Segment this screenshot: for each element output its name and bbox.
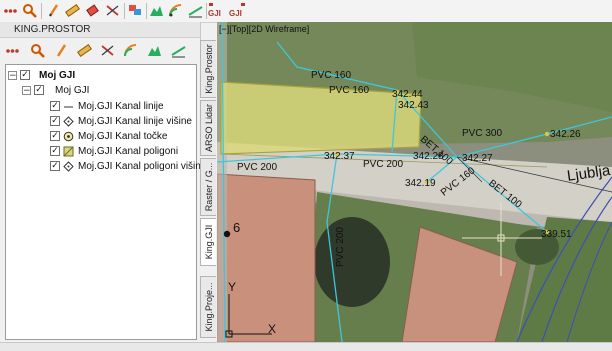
tree-node-label: Moj.GJI Kanal točke [78,130,168,142]
diamond-icon [63,160,74,172]
tree-node-label: Moj.GJI Kanal poligoni višine [78,160,207,172]
svg-text:GJI: GJI [208,9,221,18]
split-icon[interactable] [99,42,116,59]
dots-icon[interactable] [4,42,21,59]
tab-label: King.Proje... [203,282,214,332]
mountain-icon[interactable] [148,2,165,19]
tab-king-proje[interactable]: King.Proje... [200,276,216,338]
checkbox[interactable]: ✓ [34,85,44,95]
panel-title: KING.PROSTOR [0,22,200,38]
checkbox[interactable]: ✓ [50,161,60,171]
tab-label: King.GJI [203,224,214,260]
signal-icon[interactable] [122,42,139,59]
pencil-icon[interactable] [53,42,70,59]
tree-layer-kanal-poligoni[interactable]: ✓ Moj.GJI Kanal poligoni [50,144,178,158]
tree-node-label: Moj.GJI Kanal linije višine [78,115,192,127]
elevation-label: 342.28 [413,151,444,162]
tree-layer-kanal-poligoni-visine[interactable]: ✓ Moj.GJI Kanal poligoni višine [50,159,206,173]
collapse-icon[interactable]: − [22,85,31,95]
panel-toolbar [0,40,200,62]
pipe-label: PVC 200 [237,162,278,173]
tree-node-root[interactable]: − ✓ Moj GJI [8,68,75,82]
checkbox[interactable]: ✓ [50,146,60,156]
split-icon[interactable] [104,2,121,19]
elevation-label: 342.26 [550,129,581,140]
tree-layer-kanal-linije[interactable]: ✓ Moj.GJI Kanal linije [50,99,164,113]
checkbox[interactable]: ✓ [50,131,60,141]
elevation-label: 342.19 [405,178,436,189]
tab-king-prostor[interactable]: King.Prostor [200,40,216,98]
eraser-icon[interactable] [84,2,101,19]
vertex-marker [544,131,550,137]
tab-label: Raster / G... [203,162,214,212]
pipe-label: PVC 160 [329,85,370,96]
dots-icon[interactable] [2,2,19,19]
mountain-icon[interactable] [146,42,163,59]
kanal-polygon [220,81,422,155]
pipe-label: PVC 160 [311,70,352,81]
search-icon[interactable] [21,2,38,19]
tab-arso-lidar[interactable]: ARSO Lidar [200,100,216,156]
pipe-label: PVC 200 [335,226,346,267]
survey-point [223,230,231,238]
search-icon[interactable] [29,42,46,59]
elevation-label: 342.43 [398,100,429,111]
point-icon [63,131,74,142]
checkbox[interactable]: ✓ [20,70,30,80]
tab-label: King.Prostor [203,44,214,94]
tab-raster[interactable]: Raster / G... [200,158,216,216]
ruler-icon[interactable] [64,2,81,19]
gji-export-icon[interactable]: GJI [229,2,248,19]
pipe-label: PVC 200 [363,159,404,170]
line-icon [63,101,74,112]
tab-king-gji[interactable]: King.GJI [200,218,216,266]
tree-node-label: Moj.GJI Kanal linije [78,100,164,112]
main-toolbar: GJI GJI [0,0,612,23]
king-prostor-panel: KING.PROSTOR − ✓ Moj GJI − ✓ Moj GJI ✓ M… [0,22,206,342]
ruler-icon[interactable] [76,42,93,59]
svg-text:GJI: GJI [229,9,242,18]
checkbox[interactable]: ✓ [50,101,60,111]
layers-icon[interactable] [127,2,144,19]
map-viewport[interactable]: [−][Top][2D Wireframe] PVC 160 PVC 160 P… [217,22,612,342]
checkbox[interactable]: ✓ [50,116,60,126]
diamond-icon [63,115,74,127]
pencil-icon[interactable] [45,2,62,19]
polygon-icon [63,146,74,157]
elevation-label: 339.51 [541,229,572,240]
elevation-label: 342.37 [324,151,355,162]
tree-node-label: Moj.GJI Kanal poligoni [78,145,179,157]
tree-node-label: Moj GJI [39,69,76,81]
elevation-label: 342.44 [392,89,423,100]
tab-label: ARSO Lidar [203,103,214,153]
axis-y-label: Y [228,280,237,294]
tree-layer-kanal-linije-visine[interactable]: ✓ Moj.GJI Kanal linije višine [50,114,192,128]
tree-layer-kanal-tocke[interactable]: ✓ Moj.GJI Kanal točke [50,129,167,143]
axis-x-label: X [268,322,277,336]
line-icon[interactable] [170,42,187,59]
line-icon[interactable] [187,2,204,19]
layer-tree: − ✓ Moj GJI − ✓ Moj GJI ✓ Moj.GJI Kanal … [5,64,206,340]
viewport-label[interactable]: [−][Top][2D Wireframe] [219,24,309,34]
tree-node-group[interactable]: − ✓ Moj GJI [22,83,89,97]
tree-node-label: Moj GJI [55,84,90,96]
elevation-label: 342.27 [462,153,493,164]
pipe-label: PVC 300 [462,128,503,139]
collapse-icon[interactable]: − [8,70,17,80]
gji-import-icon[interactable]: GJI [208,2,227,19]
house-roof-left [217,173,316,342]
vertical-tab-strip: King.Prostor ARSO Lidar Raster / G... Ki… [200,40,218,342]
point-label: 6 [233,220,241,235]
signal-icon[interactable] [167,2,184,19]
